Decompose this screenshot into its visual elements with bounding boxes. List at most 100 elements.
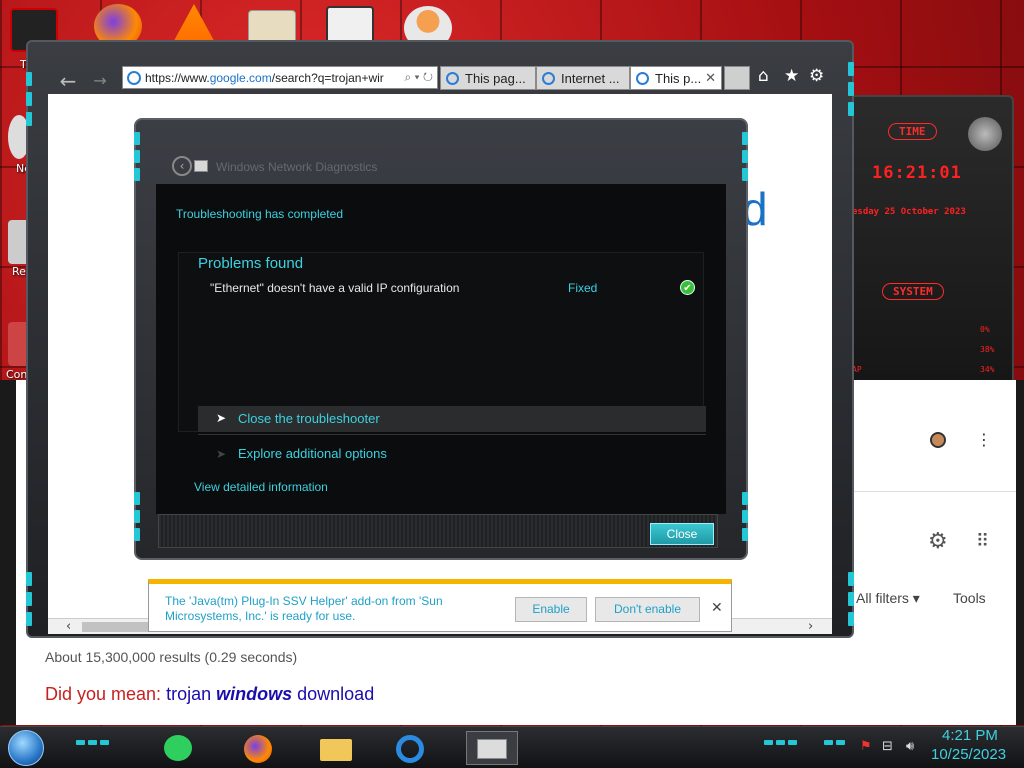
problem-description: "Ethernet" doesn't have a valid IP confi… [210, 281, 460, 295]
taskbar-accent [100, 740, 109, 745]
divider [198, 434, 706, 435]
notification-message: The 'Java(tm) Plug-In SSV Helper' add-on… [165, 594, 443, 623]
tab-internet[interactable]: Internet ... [536, 66, 630, 90]
alienware-logo-icon [968, 117, 1002, 151]
frame-accent [134, 510, 140, 523]
tab-label: This pag... [465, 71, 526, 86]
gadget-time-header: TIME [888, 123, 937, 140]
tab-label: Internet ... [561, 71, 620, 86]
frame-accent [26, 592, 32, 606]
tab-this-page-1[interactable]: This pag... [440, 66, 536, 90]
taskbar-clock-date[interactable]: 10/25/2023 [931, 746, 1006, 763]
enable-button[interactable]: Enable [515, 597, 587, 622]
dialog-title: Windows Network Diagnostics [216, 160, 378, 174]
ie-glyph [396, 735, 424, 763]
home-icon[interactable]: ⌂ [758, 66, 769, 86]
address-domain: google.com [209, 71, 272, 85]
gadget-system-header: SYSTEM [882, 283, 944, 300]
address-path: /search?q=trojan+wir [271, 71, 384, 85]
arrow-right-icon: ➤ [216, 411, 227, 425]
taskbar-accent [824, 740, 833, 745]
dialog-footer [158, 514, 718, 548]
gear-icon[interactable]: ⚙ [809, 66, 824, 86]
network-diagnostics-icon[interactable] [466, 731, 518, 765]
suggestion-word-2: windows [216, 684, 293, 704]
settings-gear-icon[interactable]: ⚙ [928, 529, 948, 554]
ie-page-icon [127, 71, 141, 85]
address-bar[interactable]: https://www.google.com/search?q=trojan+w… [122, 66, 438, 89]
taskbar-accent [836, 740, 845, 745]
problems-found-header: Problems found [198, 255, 304, 272]
scroll-right-arrow-icon[interactable]: › [808, 619, 813, 634]
close-button[interactable]: Close [650, 523, 714, 545]
view-details-link[interactable]: View detailed information [194, 480, 328, 494]
addon-notification-bar: The 'Java(tm) Plug-In SSV Helper' add-on… [148, 579, 732, 632]
did-you-mean: Did you mean: trojan windows download [45, 684, 374, 705]
notification-close-icon[interactable]: ✕ [711, 600, 723, 616]
frame-accent [848, 572, 854, 586]
ie-tab-icon [446, 72, 459, 85]
frame-accent [26, 72, 32, 86]
frame-accent [134, 132, 140, 145]
diagnostics-glyph [477, 739, 507, 759]
new-tab-button[interactable] [724, 66, 750, 90]
ie-tab-icon [542, 72, 555, 85]
frame-accent [134, 492, 140, 505]
scroll-left-arrow-icon[interactable]: ‹ [66, 619, 71, 634]
frame-accent [848, 62, 854, 76]
dialog-back-button[interactable]: ‹ [172, 156, 192, 176]
dont-enable-button[interactable]: Don't enable [595, 597, 700, 622]
gadget-date: esday 25 October 2023 [852, 207, 966, 217]
taskbar-accent [76, 740, 85, 745]
star-icon[interactable]: ★ [784, 66, 799, 86]
close-troubleshooter-label[interactable]: Close the troubleshooter [238, 411, 380, 426]
volume-icon[interactable]: 🔊︎ [906, 739, 914, 754]
taskbar-accent [788, 740, 797, 745]
check-icon: ✔ [680, 280, 695, 295]
taskbar-accent [776, 740, 785, 745]
frame-accent [26, 92, 32, 106]
network-icon[interactable]: ⊟ [882, 739, 893, 754]
frame-accent [742, 168, 748, 181]
firefox-icon[interactable] [238, 731, 278, 765]
background-scrollbar[interactable] [1016, 380, 1024, 725]
apps-grid-icon[interactable]: ⠿ [976, 531, 989, 552]
file-explorer-icon[interactable] [316, 731, 356, 765]
results-stats: About 15,300,000 results (0.29 seconds) [45, 649, 298, 665]
tab-this-page-active[interactable]: This p... ✕ [630, 66, 722, 90]
start-button[interactable] [8, 730, 44, 766]
problem-status: Fixed [568, 281, 598, 295]
gadget-stat-2: 38% [980, 345, 995, 354]
suggestion-word-3: download [297, 684, 375, 704]
frame-accent [26, 572, 32, 586]
background-frame-left [0, 380, 16, 725]
taskbar-accent [88, 740, 97, 745]
frame-accent [26, 112, 32, 126]
frame-accent [26, 612, 32, 626]
explore-options-option[interactable]: Explore additional options [238, 446, 387, 461]
all-filters-button[interactable]: All filters ▾ [856, 590, 920, 607]
tools-button[interactable]: Tools [953, 590, 986, 606]
forward-button[interactable]: → [88, 70, 112, 94]
tab-close-button[interactable]: ✕ [705, 70, 716, 86]
frame-accent [134, 168, 140, 181]
clock-system-gadget: TIME 16:21:01 esday 25 October 2023 SYST… [850, 95, 1014, 385]
did-you-mean-label: Did you mean: [45, 684, 162, 704]
frame-accent [742, 492, 748, 505]
taskbar-accent [764, 740, 773, 745]
taskbar-clock-time[interactable]: 4:21 PM [942, 727, 998, 744]
internet-explorer-icon[interactable] [390, 731, 430, 765]
troubleshooter-icon [194, 160, 208, 172]
back-button[interactable]: ← [56, 70, 80, 94]
avatar[interactable] [930, 432, 946, 448]
action-center-icon[interactable]: ⚑ [860, 739, 872, 754]
menu-icon[interactable]: ⋮ [976, 430, 992, 449]
firefox-glyph [244, 735, 272, 763]
address-tools[interactable]: ⌕ ▾ ↻ [404, 70, 433, 85]
tab-label: This p... [655, 71, 702, 86]
did-you-mean-link[interactable]: trojan windows download [166, 684, 374, 704]
frame-accent [848, 612, 854, 626]
frame-accent [848, 82, 854, 96]
notes-app-icon[interactable] [158, 731, 198, 765]
troubleshooting-status: Troubleshooting has completed [176, 207, 343, 221]
